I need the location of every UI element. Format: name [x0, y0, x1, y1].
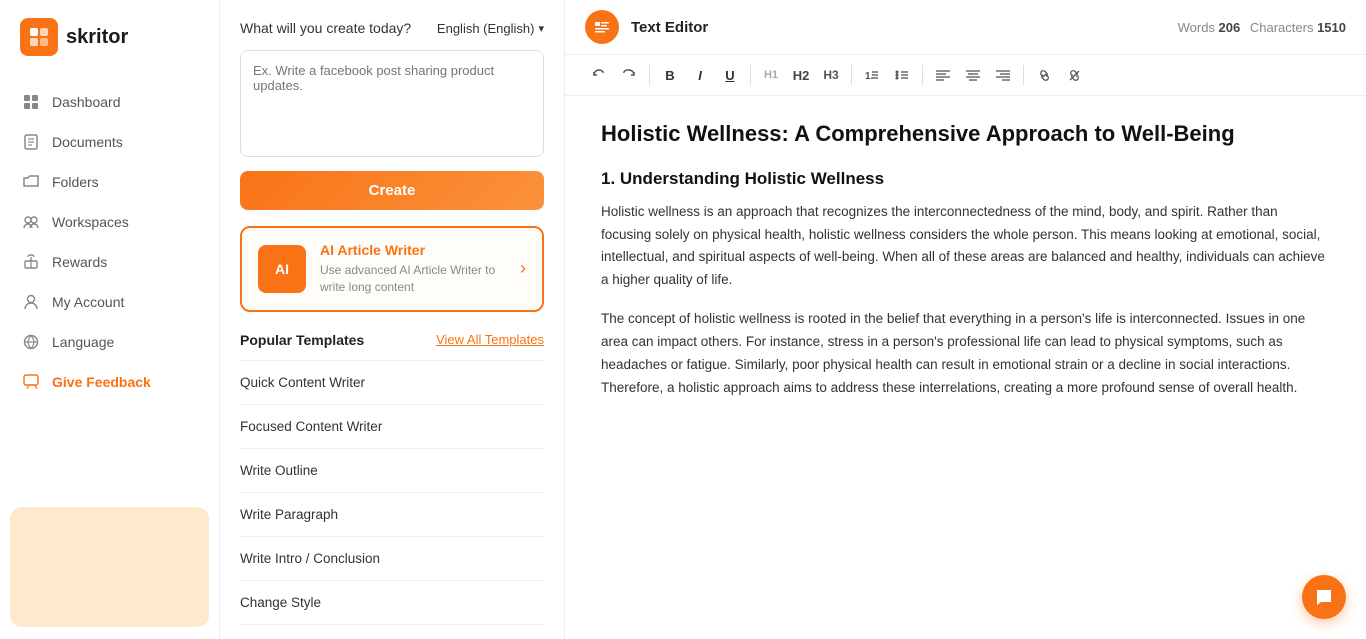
textarea-container [240, 50, 544, 157]
language-label: Language [52, 334, 114, 350]
toolbar-divider-4 [922, 65, 923, 85]
ordered-list-button[interactable]: 1. [858, 61, 886, 89]
characters-count: 1510 [1317, 20, 1346, 35]
editor-title: Text Editor [631, 19, 708, 36]
editor-header: Text Editor Words 206 Characters 1510 [565, 0, 1366, 55]
template-item-write-intro[interactable]: Write Intro / Conclusion [240, 537, 544, 581]
svg-text:1.: 1. [865, 71, 874, 82]
ai-icon-text: AI [275, 261, 289, 277]
popular-header: Popular Templates View All Templates [240, 332, 544, 348]
my-account-label: My Account [52, 294, 124, 310]
chevron-down-icon: ▾ [538, 22, 544, 35]
rewards-label: Rewards [52, 254, 107, 270]
my-account-icon [22, 293, 40, 311]
give-feedback-icon [22, 373, 40, 391]
folders-label: Folders [52, 174, 99, 190]
upgrade-card [10, 507, 209, 627]
dashboard-icon [22, 93, 40, 111]
main-area: What will you create today? English (Eng… [220, 0, 1366, 639]
right-panel: Text Editor Words 206 Characters 1510 B … [565, 0, 1366, 639]
editor-icon-circle [585, 10, 619, 44]
ai-card-arrow-icon: › [520, 258, 526, 279]
sidebar-item-documents[interactable]: Documents [0, 122, 219, 162]
documents-label: Documents [52, 134, 123, 150]
nav-items: Dashboard Documents Folders [0, 74, 219, 495]
underline-button[interactable]: U [716, 61, 744, 89]
sidebar-item-rewards[interactable]: Rewards [0, 242, 219, 282]
align-left-button[interactable] [929, 61, 957, 89]
ai-card-title: AI Article Writer [320, 242, 506, 258]
create-label: What will you create today? [240, 20, 411, 36]
logo[interactable]: skritor [0, 0, 219, 74]
paragraph-1: Holistic wellness is an approach that re… [601, 201, 1330, 293]
left-panel: What will you create today? English (Eng… [220, 0, 565, 639]
toolbar-divider-1 [649, 65, 650, 85]
h3-button[interactable]: H3 [817, 61, 845, 89]
template-item-quick-content[interactable]: Quick Content Writer [240, 361, 544, 405]
editor-content[interactable]: Holistic Wellness: A Comprehensive Appro… [565, 96, 1366, 639]
align-right-button[interactable] [989, 61, 1017, 89]
language-icon [22, 333, 40, 351]
create-textarea[interactable] [241, 51, 543, 151]
section-1-heading: 1. Understanding Holistic Wellness [601, 169, 1330, 189]
sidebar-item-language[interactable]: Language [0, 322, 219, 362]
view-all-templates-link[interactable]: View All Templates [436, 332, 544, 347]
create-button[interactable]: Create [240, 171, 544, 210]
toolbar-divider-3 [851, 65, 852, 85]
workspaces-icon [22, 213, 40, 231]
template-item-focused-content[interactable]: Focused Content Writer [240, 405, 544, 449]
h2-button[interactable]: H2 [787, 61, 815, 89]
folders-icon [22, 173, 40, 191]
words-count: 206 [1219, 20, 1241, 35]
editor-stats: Words 206 Characters 1510 [1172, 20, 1346, 35]
create-header: What will you create today? English (Eng… [240, 20, 544, 36]
document-title: Holistic Wellness: A Comprehensive Appro… [601, 120, 1330, 149]
dashboard-label: Dashboard [52, 94, 121, 110]
template-item-write-outline[interactable]: Write Outline [240, 449, 544, 493]
sidebar-item-my-account[interactable]: My Account [0, 282, 219, 322]
toolbar-divider-2 [750, 65, 751, 85]
documents-icon [22, 133, 40, 151]
paragraph-2: The concept of holistic wellness is root… [601, 308, 1330, 400]
template-item-change-style[interactable]: Change Style [240, 581, 544, 625]
sidebar: skritor Dashboard [0, 0, 220, 639]
template-list: Quick Content Writer Focused Content Wri… [240, 360, 544, 625]
sidebar-bottom [0, 495, 219, 639]
workspaces-label: Workspaces [52, 214, 129, 230]
logo-text: skritor [66, 26, 128, 49]
characters-label: Characters [1250, 20, 1314, 35]
italic-button[interactable]: I [686, 61, 714, 89]
logo-icon [20, 18, 58, 56]
sidebar-item-folders[interactable]: Folders [0, 162, 219, 202]
sidebar-item-workspaces[interactable]: Workspaces [0, 202, 219, 242]
sidebar-item-dashboard[interactable]: Dashboard [0, 82, 219, 122]
ai-card-desc: Use advanced AI Article Writer to write … [320, 262, 506, 296]
ai-card-text: AI Article Writer Use advanced AI Articl… [320, 242, 506, 296]
h1-button[interactable]: H1 [757, 61, 785, 89]
editor-title-area: Text Editor [585, 10, 708, 44]
toolbar: B I U H1 H2 H3 1. [565, 55, 1366, 96]
words-label: Words [1178, 20, 1215, 35]
chat-bubble-button[interactable] [1302, 575, 1346, 619]
template-item-write-paragraph[interactable]: Write Paragraph [240, 493, 544, 537]
sidebar-item-give-feedback[interactable]: Give Feedback [0, 362, 219, 402]
give-feedback-label: Give Feedback [52, 374, 151, 390]
link-button[interactable] [1030, 61, 1058, 89]
unlink-button[interactable] [1060, 61, 1088, 89]
ai-article-card[interactable]: AI AI Article Writer Use advanced AI Art… [240, 226, 544, 312]
toolbar-divider-5 [1023, 65, 1024, 85]
ai-icon-box: AI [258, 245, 306, 293]
unordered-list-button[interactable] [888, 61, 916, 89]
language-select[interactable]: English (English) ▾ [437, 21, 544, 36]
rewards-icon [22, 253, 40, 271]
undo-button[interactable] [585, 61, 613, 89]
language-value: English (English) [437, 21, 535, 36]
redo-button[interactable] [615, 61, 643, 89]
popular-templates-title: Popular Templates [240, 332, 364, 348]
bold-button[interactable]: B [656, 61, 684, 89]
align-center-button[interactable] [959, 61, 987, 89]
